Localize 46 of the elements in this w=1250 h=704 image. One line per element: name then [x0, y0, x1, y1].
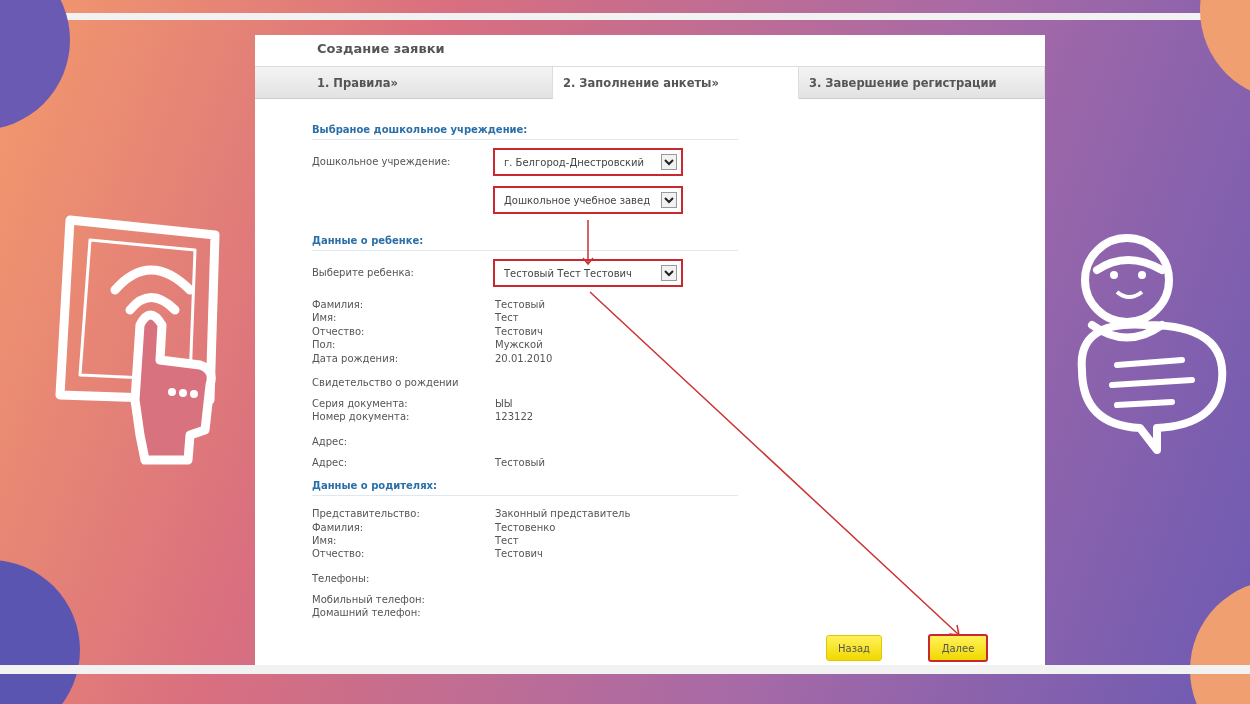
section-heading: Данные о родителях:: [312, 479, 738, 497]
field-label: Фамилия:: [312, 298, 365, 312]
field-label: Домашний телефон:: [312, 606, 422, 620]
step-tab[interactable]: 3. Завершение регистрации: [799, 67, 1045, 99]
nav-button[interactable]: Далее: [928, 634, 988, 662]
field-label: Выберите ребенка:: [312, 266, 415, 280]
annotation-arrow: [582, 220, 594, 266]
group-title: Адрес:: [312, 434, 349, 448]
field-value: Тестович: [495, 547, 543, 561]
field-value: Тест: [495, 311, 519, 325]
field-value: 20.01.2010: [495, 351, 553, 366]
section-heading: Выбраное дошкольное учреждение:: [312, 123, 738, 140]
field-label: Отчество:: [312, 324, 366, 339]
field-label: Дата рождения:: [312, 351, 400, 366]
field-label: Представительство:: [312, 507, 421, 521]
field-label: Пол:: [312, 338, 337, 352]
caret-icon: [661, 265, 677, 281]
page-title: Создание заявки: [316, 40, 446, 58]
field-value: Тестовенко: [495, 520, 556, 535]
caret-icon: [661, 154, 677, 170]
field-value: Тестовый: [495, 298, 545, 312]
field-value: Законный представитель: [495, 507, 631, 521]
field-label: Фамилия:: [312, 520, 365, 535]
field-value: Тест: [495, 534, 519, 548]
dropdown-field[interactable]: Дошкольное учебное завед: [493, 186, 683, 214]
field-label: Дошкольное учреждение:: [312, 155, 452, 169]
field-value: Тестович: [495, 324, 543, 339]
field-label: Имя:: [312, 311, 338, 325]
field-value: 123122: [495, 410, 534, 424]
group-title: Свидетельство о рождении: [312, 376, 460, 390]
step-tab[interactable]: 1. Правила»: [255, 67, 553, 99]
field-label: Имя:: [312, 534, 338, 548]
field-value: Мужской: [495, 338, 543, 352]
nav-button[interactable]: Назад: [826, 635, 882, 661]
section-heading: Данные о ребенке:: [312, 234, 738, 251]
field-label: Номер документа:: [312, 410, 411, 424]
field-label: Отчество:: [312, 547, 366, 561]
field-label: Адрес:: [312, 455, 349, 470]
group-title: Телефоны:: [312, 571, 371, 585]
field-label: Мобильный телефон:: [312, 592, 426, 607]
caret-icon: [661, 192, 677, 208]
dropdown-field[interactable]: Тестовый Тест Тестович: [493, 259, 683, 287]
field-value: ЫЫ: [495, 397, 513, 411]
field-value: Тестовый: [495, 455, 545, 470]
dropdown-field[interactable]: г. Белгород-Днестровский: [493, 148, 683, 176]
field-label: Серия документа:: [312, 397, 409, 411]
